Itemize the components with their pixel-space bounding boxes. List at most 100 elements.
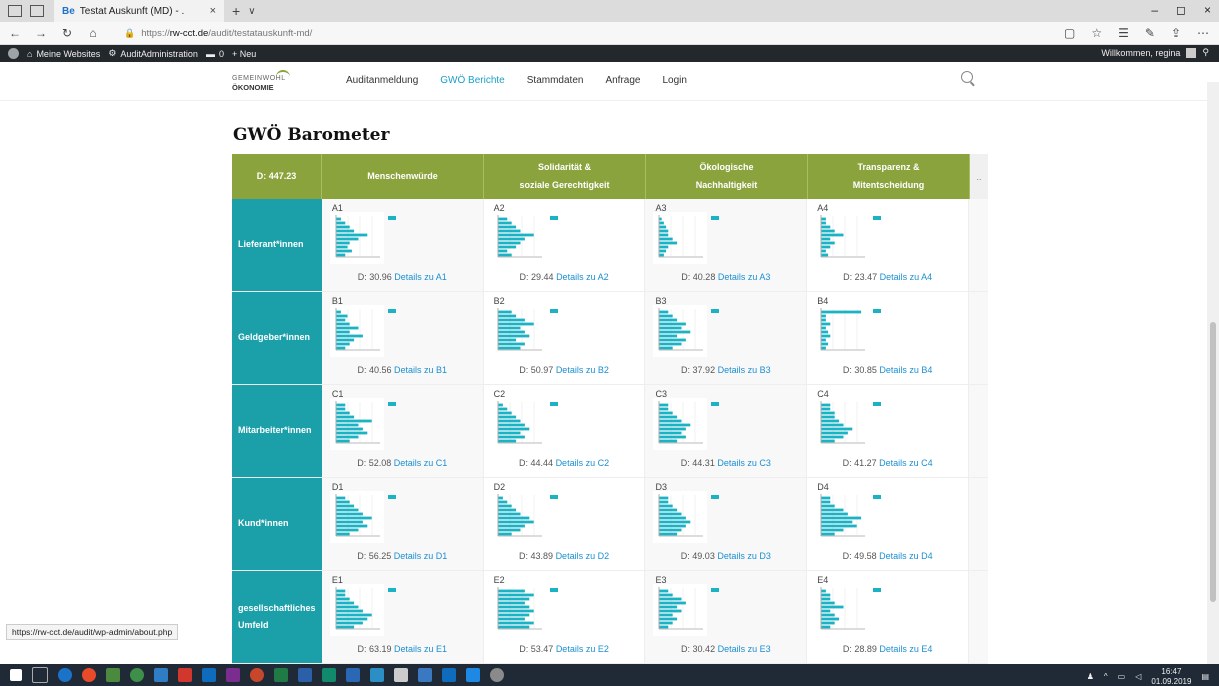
word-icon[interactable]: [298, 668, 312, 682]
visio-icon[interactable]: [346, 668, 360, 682]
details-link[interactable]: Details zu C2: [556, 458, 610, 468]
details-link[interactable]: Details zu C3: [717, 458, 771, 468]
details-link[interactable]: Details zu B3: [718, 365, 771, 375]
site-logo[interactable]: GEMEINWOHL ÖKONOMIE: [232, 70, 320, 94]
network-icon[interactable]: ▭: [1118, 672, 1126, 681]
details-link[interactable]: Details zu A2: [556, 272, 609, 282]
search-icon[interactable]: [961, 71, 973, 83]
details-link[interactable]: Details zu B1: [394, 365, 447, 375]
mini-bar: [498, 233, 534, 237]
details-link[interactable]: Details zu D2: [556, 551, 610, 561]
maximize-button[interactable]: ◻: [1176, 3, 1186, 17]
nav-auditanmeldung[interactable]: Auditanmeldung: [346, 75, 418, 86]
volume-icon[interactable]: ◁: [1135, 672, 1141, 681]
nav-login[interactable]: Login: [662, 75, 686, 86]
app-icon-1[interactable]: [106, 668, 120, 682]
outlook-icon[interactable]: [202, 668, 216, 682]
details-link[interactable]: Details zu D4: [879, 551, 933, 561]
legend-swatch: [873, 588, 882, 592]
tab-list-chevron-icon[interactable]: ∨: [248, 6, 255, 17]
mini-bar: [659, 532, 678, 536]
tab-actions-icon[interactable]: [8, 5, 22, 17]
details-link[interactable]: Details zu E3: [718, 644, 771, 654]
details-link[interactable]: Details zu E2: [556, 644, 609, 654]
home-icon[interactable]: ⌂: [82, 26, 104, 40]
excel-icon[interactable]: [274, 668, 288, 682]
notifications-icon[interactable]: ▤: [1201, 672, 1209, 681]
chrome-icon[interactable]: [82, 668, 96, 682]
browser-tab[interactable]: Be Testat Auskunft (MD) - . ×: [54, 0, 224, 22]
details-link[interactable]: Details zu D3: [717, 551, 771, 561]
clock[interactable]: 16:47 01.09.2019: [1151, 667, 1191, 686]
app-icon-6[interactable]: [490, 668, 504, 682]
network-app-icon[interactable]: [394, 668, 408, 682]
nav-anfrage[interactable]: Anfrage: [605, 75, 640, 86]
header-more[interactable]: ..: [970, 154, 988, 199]
app-icon-2[interactable]: [130, 668, 144, 682]
v-app-icon[interactable]: [466, 668, 480, 682]
url-field[interactable]: 🔒 https://rw-cct.de/audit/testatauskunft…: [124, 28, 312, 39]
scrollbar-thumb[interactable]: [1210, 322, 1216, 602]
details-link[interactable]: Details zu B2: [556, 365, 609, 375]
project-icon[interactable]: [370, 668, 384, 682]
mini-bar: [498, 330, 525, 334]
tab-preview-icon[interactable]: [30, 5, 44, 17]
onenote-icon[interactable]: [226, 668, 240, 682]
minimize-button[interactable]: –: [1151, 3, 1158, 17]
dashboard-icon: ⚙: [108, 48, 117, 58]
cell-d-value: D: 40.56: [357, 365, 392, 375]
new-item[interactable]: + Neu: [232, 49, 256, 59]
details-link[interactable]: Details zu A3: [718, 272, 771, 282]
favorites-list-icon[interactable]: ☰: [1118, 26, 1129, 40]
mini-bar: [821, 601, 835, 605]
refresh-icon[interactable]: ↻: [56, 26, 78, 40]
nav-stammdaten[interactable]: Stammdaten: [527, 75, 584, 86]
more-icon[interactable]: ⋯: [1197, 26, 1209, 40]
app-icon-5[interactable]: [442, 668, 456, 682]
wordpress-logo-item[interactable]: [8, 48, 19, 59]
forward-arrow-icon[interactable]: →: [30, 26, 52, 40]
mini-bar: [821, 597, 831, 601]
reading-view-icon[interactable]: ▢: [1064, 26, 1075, 40]
people-icon[interactable]: ♟: [1087, 672, 1094, 681]
details-link[interactable]: Details zu D1: [394, 551, 448, 561]
comments-item[interactable]: ▬ 0: [206, 49, 224, 59]
details-link[interactable]: Details zu A4: [880, 272, 933, 282]
details-link[interactable]: Details zu C1: [394, 458, 448, 468]
app-icon-4[interactable]: [418, 668, 432, 682]
details-link[interactable]: Details zu C4: [879, 458, 933, 468]
acrobat-icon[interactable]: [178, 668, 192, 682]
site-name-item[interactable]: ⚙ AuditAdministration: [108, 48, 198, 59]
share-icon[interactable]: ⇪: [1171, 26, 1181, 40]
start-windows-icon[interactable]: [10, 669, 22, 681]
edge-browser-icon[interactable]: [58, 668, 72, 682]
pen-icon[interactable]: ✎: [1145, 26, 1155, 40]
close-window-button[interactable]: ×: [1204, 3, 1211, 17]
mini-bar: [498, 237, 525, 241]
favorite-star-icon[interactable]: ☆: [1091, 26, 1102, 40]
back-arrow-icon[interactable]: ←: [4, 26, 26, 40]
mini-bar: [498, 241, 521, 245]
details-link[interactable]: Details zu E4: [879, 644, 932, 654]
admin-search-icon[interactable]: ⚲: [1202, 47, 1209, 58]
my-sites-item[interactable]: ⌂ Meine Websites: [27, 49, 100, 59]
mini-bar: [821, 310, 862, 314]
details-link[interactable]: Details zu A1: [394, 272, 447, 282]
app-icon-3[interactable]: [154, 668, 168, 682]
cell-caption: D: 49.03 Details zu D3: [645, 551, 806, 561]
tab-close-icon[interactable]: ×: [210, 5, 216, 17]
tray-chevron-icon[interactable]: ^: [1104, 672, 1108, 681]
account-menu[interactable]: Willkommen, regina ⚲: [1101, 47, 1209, 58]
nav-gwoe-berichte[interactable]: GWÖ Berichte: [440, 75, 504, 86]
page-scrollbar[interactable]: [1207, 82, 1219, 664]
task-view-icon[interactable]: [32, 667, 48, 683]
details-link[interactable]: Details zu E1: [394, 644, 447, 654]
details-link[interactable]: Details zu B4: [879, 365, 932, 375]
legend-swatch: [387, 495, 396, 499]
mini-bar: [659, 225, 667, 229]
mini-bar: [659, 617, 678, 621]
publisher-icon[interactable]: [322, 668, 336, 682]
new-tab-button[interactable]: +: [232, 3, 240, 19]
mini-bar: [498, 407, 507, 411]
powerpoint-icon[interactable]: [250, 668, 264, 682]
